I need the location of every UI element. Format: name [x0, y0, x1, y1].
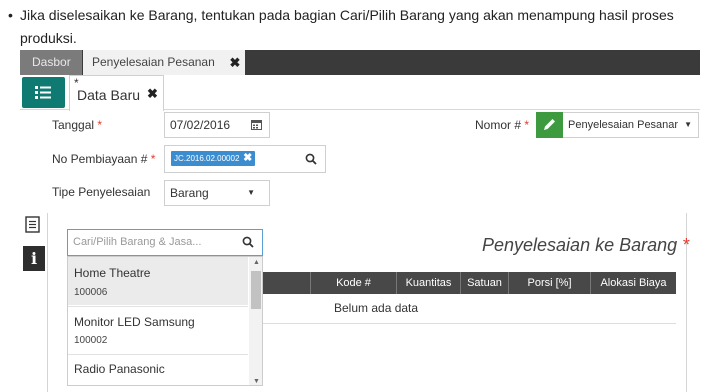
list-item[interactable]: Home Theatre 100006: [68, 257, 248, 305]
bullet: •: [8, 7, 13, 23]
item-dropdown: Home Theatre 100006 Monitor LED Samsung …: [67, 256, 263, 386]
instruction-paragraph: • Jika diselesaikan ke Barang, tentukan …: [6, 4, 706, 50]
nomor-value: Penyelesaian Pesanar: [568, 119, 679, 131]
pencil-icon: [544, 119, 555, 130]
tab-penyelesaian-pesanan[interactable]: Penyelesaian Pesanan: [83, 50, 245, 75]
chevron-down-icon: ▼: [684, 120, 692, 129]
chevron-down-icon: ▼: [247, 188, 255, 197]
dropdown-scrollbar[interactable]: ▲ ▼: [249, 257, 262, 385]
table-header: Kode # Kuantitas Satuan Porsi [%] Alokas…: [263, 272, 676, 294]
info-icon[interactable]: i: [23, 246, 45, 271]
column-header-alokasi[interactable]: Alokasi Biaya: [591, 272, 676, 294]
nomor-select[interactable]: Penyelesaian Pesanar ▼: [563, 112, 699, 138]
column-header-kode[interactable]: Kode #: [311, 272, 397, 294]
app-window: Dasbor Penyelesaian Pesanan ✖ * Data Bar…: [20, 50, 700, 392]
nomor-label: Nomor # *: [475, 118, 529, 132]
close-icon[interactable]: ✖: [147, 86, 158, 102]
chip-label: JC.2016.02.00002: [174, 154, 240, 163]
tab-data-baru[interactable]: * Data Baru ✖: [69, 75, 164, 111]
table-body: [263, 294, 676, 324]
no-pembiayaan-label: No Pembiayaan # *: [52, 152, 155, 166]
item-name: Radio Panasonic: [74, 362, 165, 376]
empty-table-message: Belum ada data: [334, 301, 419, 315]
selected-chip: JC.2016.02.00002 ✖: [171, 151, 256, 166]
tab-dasbor[interactable]: Dasbor: [20, 50, 82, 75]
list-item[interactable]: Monitor LED Samsung 100002: [68, 306, 248, 353]
tipe-penyelesaian-select[interactable]: Barang ▼: [164, 180, 270, 206]
remove-chip-icon[interactable]: ✖: [243, 151, 252, 166]
section-title: Penyelesaian ke Barang *: [482, 235, 689, 256]
item-code: 100002: [74, 335, 108, 346]
column-header-porsi[interactable]: Porsi [%]: [509, 272, 591, 294]
search-placeholder: Cari/Pilih Barang & Jasa...: [73, 236, 202, 248]
calendar-icon[interactable]: [251, 119, 262, 130]
required-mark: *: [97, 118, 103, 132]
nomor-label-text: Nomor #: [475, 118, 522, 132]
tab-label: Data Baru: [77, 87, 141, 103]
item-search-input[interactable]: Cari/Pilih Barang & Jasa...: [67, 229, 263, 256]
required-mark: *: [524, 118, 530, 132]
tipe-penyelesaian-label: Tipe Penyelesaian: [52, 185, 151, 199]
item-name: Home Theatre: [74, 266, 151, 280]
list-icon: [35, 86, 51, 99]
column-header-kuantitas[interactable]: Kuantitas: [397, 272, 461, 294]
column-header-satuan[interactable]: Satuan: [461, 272, 509, 294]
list-menu-button[interactable]: [22, 77, 65, 108]
scroll-up-icon[interactable]: ▲: [253, 259, 260, 266]
search-icon[interactable]: [305, 153, 317, 165]
tanggal-field[interactable]: 07/02/2016: [164, 112, 270, 138]
search-icon[interactable]: [242, 236, 254, 248]
section-title-text: Penyelesaian ke Barang: [482, 235, 678, 255]
item-name: Monitor LED Samsung: [74, 315, 195, 329]
tanggal-label: Tanggal *: [52, 118, 102, 132]
tanggal-label-text: Tanggal: [52, 118, 95, 132]
tipe-value: Barang: [170, 186, 209, 200]
no-pembiayaan-field[interactable]: JC.2016.02.00002 ✖: [164, 145, 326, 173]
list-item[interactable]: Radio Panasonic: [68, 354, 248, 385]
column-header-blank: [263, 272, 311, 294]
document-icon: [25, 216, 40, 233]
scroll-down-icon[interactable]: ▼: [253, 378, 260, 385]
tanggal-value: 07/02/2016: [170, 118, 231, 132]
instruction-text: Jika diselesaikan ke Barang, tentukan pa…: [20, 7, 674, 46]
required-mark: *: [682, 235, 690, 255]
close-tab-icon[interactable]: ✖: [225, 50, 245, 75]
item-code: 100006: [74, 287, 108, 298]
edit-nomor-button[interactable]: [536, 112, 563, 138]
scrollbar-thumb[interactable]: [251, 271, 261, 309]
document-tab-button[interactable]: [23, 214, 45, 238]
no-pembiayaan-label-text: No Pembiayaan #: [52, 152, 148, 166]
required-mark: *: [150, 152, 156, 166]
